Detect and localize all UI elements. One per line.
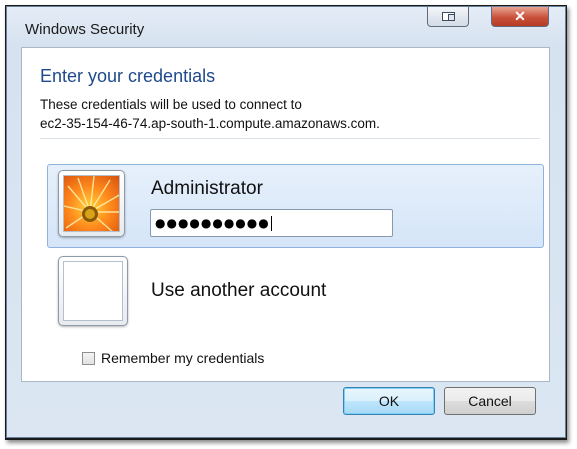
divider	[40, 138, 540, 139]
use-another-account-label[interactable]: Use another account	[151, 280, 326, 302]
remember-credentials-option[interactable]: Remember my credentials	[82, 350, 264, 366]
cancel-button[interactable]: Cancel	[444, 387, 536, 415]
remember-label: Remember my credentials	[101, 350, 265, 366]
text-caret	[270, 216, 272, 231]
description-line-1: These credentials will be used to connec…	[40, 97, 302, 112]
blank-avatar-icon	[63, 261, 123, 321]
restore-button[interactable]	[427, 7, 469, 27]
avatar-other-account[interactable]	[58, 256, 128, 326]
orange-flower-icon	[63, 175, 120, 232]
close-button[interactable]: ✕	[491, 7, 549, 27]
credentials-dialog: Windows Security ✕ Enter your credential…	[6, 6, 566, 438]
close-icon: ✕	[514, 8, 526, 24]
dialog-heading: Enter your credentials	[40, 66, 216, 86]
avatar-administrator[interactable]	[58, 170, 125, 237]
password-field[interactable]: ●●●●●●●●●●	[150, 209, 393, 237]
dialog-content: Enter your credentials These credentials…	[21, 47, 550, 382]
ok-button[interactable]: OK	[343, 387, 435, 415]
window-title: Windows Security	[25, 21, 145, 38]
account-name-administrator: Administrator	[151, 178, 263, 199]
remember-checkbox[interactable]	[82, 351, 95, 365]
restore-icon	[442, 12, 455, 21]
password-value: ●●●●●●●●●●	[155, 216, 270, 230]
dialog-description: These credentials will be used to connec…	[40, 95, 380, 133]
description-line-2: ec2-35-154-46-74.ap-south-1.compute.amaz…	[40, 116, 380, 131]
